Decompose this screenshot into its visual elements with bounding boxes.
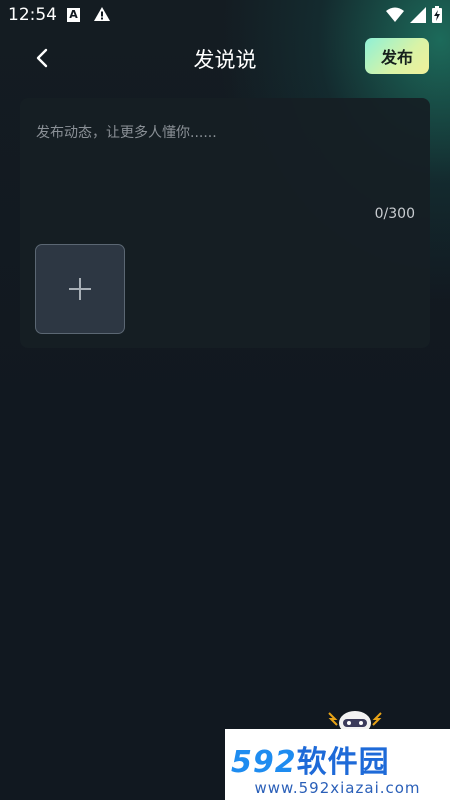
warning-icon — [93, 6, 111, 26]
site-watermark: 592软件园 www.592xiazai.com — [225, 703, 450, 800]
character-counter: 0/300 — [374, 206, 415, 222]
post-composer-card: 0/300 — [20, 98, 430, 348]
status-time: 12:54 — [8, 5, 57, 25]
watermark-brand: 592软件园 — [231, 737, 390, 781]
battery-icon — [432, 6, 442, 27]
publish-button[interactable]: 发布 — [365, 38, 429, 74]
signal-icon — [410, 6, 426, 27]
status-icons — [386, 6, 442, 27]
watermark-brand-text: 软件园 — [296, 745, 390, 780]
a-notification-icon: A — [67, 8, 80, 22]
watermark-url: www.592xiazai.com — [254, 779, 421, 797]
watermark-banner: 592软件园 www.592xiazai.com — [225, 729, 450, 800]
top-app-bar: 发说说 发布 — [0, 36, 450, 80]
wifi-icon — [386, 7, 404, 26]
status-bar: 12:54 A — [0, 0, 450, 32]
post-text-input[interactable] — [36, 122, 411, 202]
watermark-number: 592 — [231, 745, 297, 780]
add-image-button[interactable] — [35, 244, 125, 334]
plus-icon — [69, 278, 91, 300]
